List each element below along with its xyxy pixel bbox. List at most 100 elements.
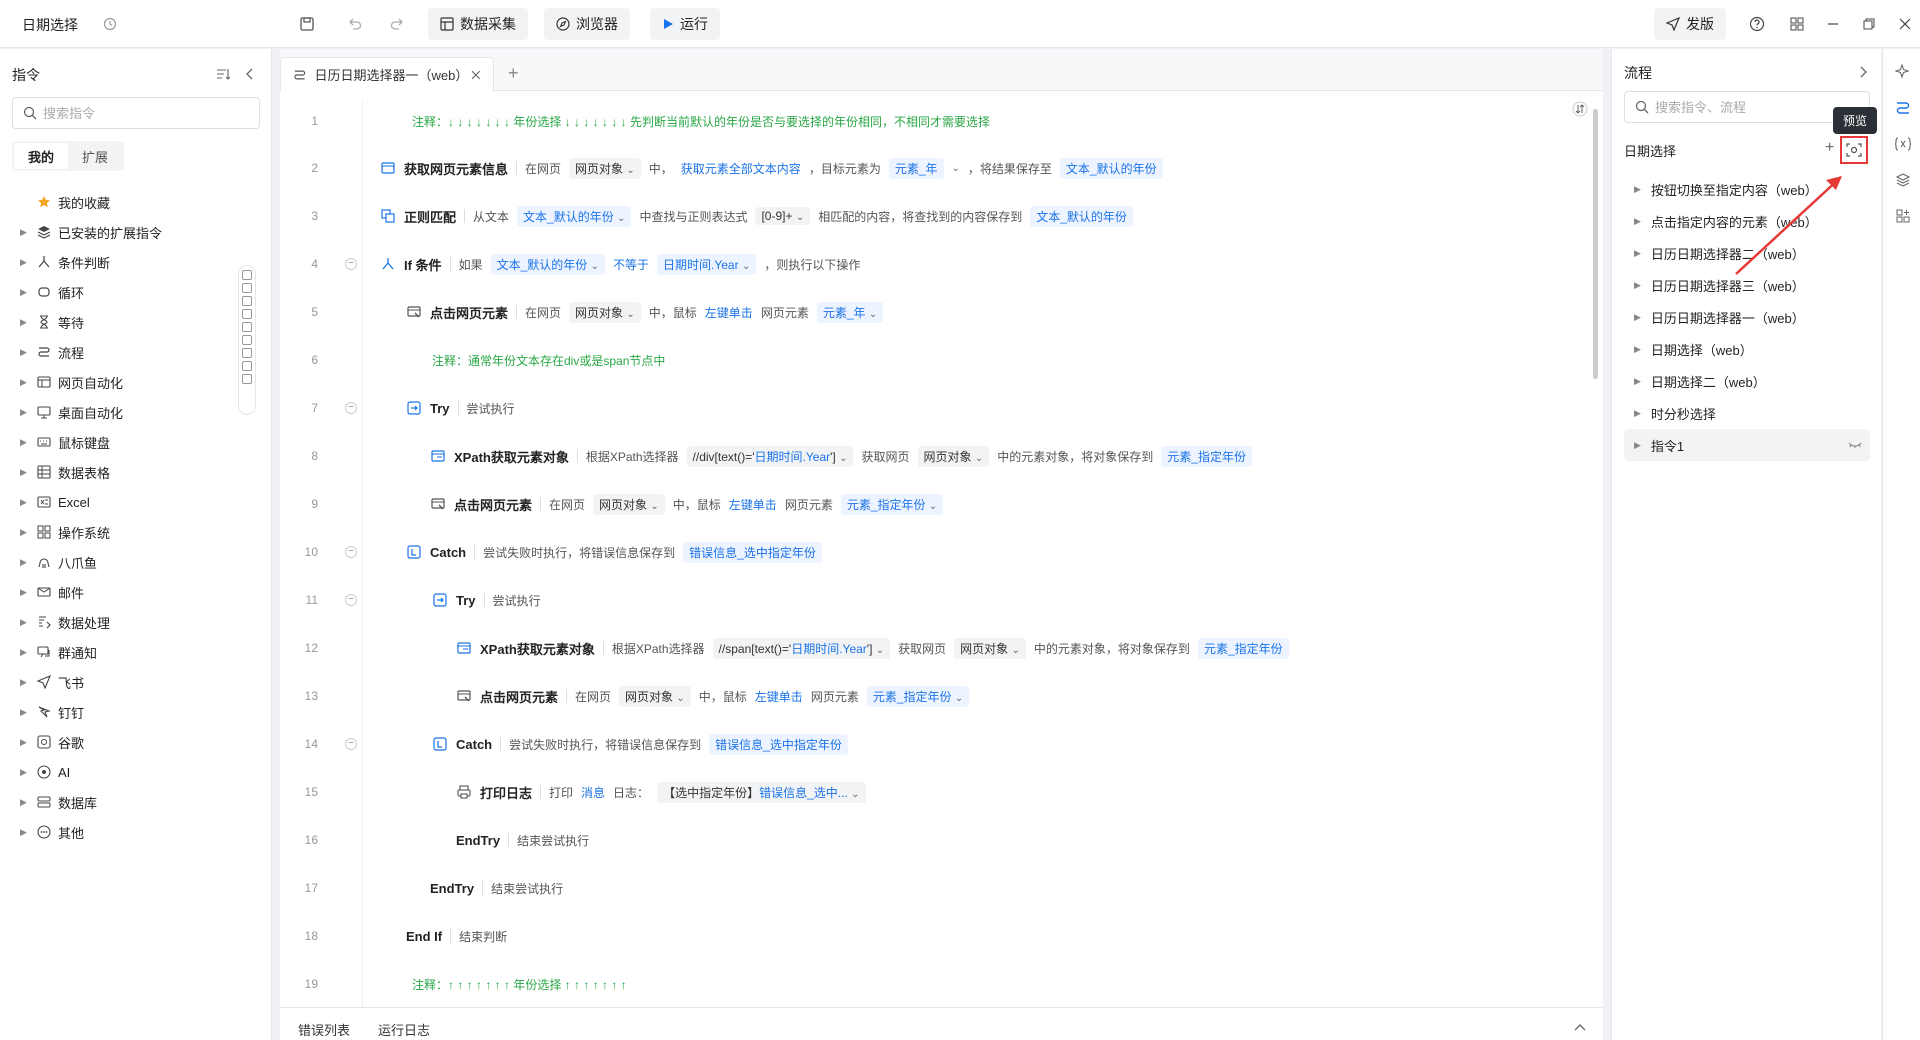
tree-item-octopus[interactable]: ▶ 八爪鱼 bbox=[20, 547, 240, 577]
param-variable[interactable]: 错误信息_选中指定年份 bbox=[683, 541, 822, 563]
tab-run-log[interactable]: 运行日志 bbox=[378, 1020, 430, 1039]
tree-item-desktop-automation[interactable]: ▶ 桌面自动化 bbox=[20, 397, 240, 427]
quick-icon[interactable] bbox=[242, 361, 252, 371]
quick-icon[interactable] bbox=[242, 283, 252, 293]
tree-item-data-processing[interactable]: ▶ 数据处理 bbox=[20, 607, 240, 637]
restore-icon[interactable] bbox=[1858, 13, 1880, 35]
param-highlight[interactable]: 左键单击 bbox=[755, 688, 803, 705]
tree-item-google[interactable]: ▶ 谷歌 bbox=[20, 727, 240, 757]
quick-icon[interactable] bbox=[242, 309, 252, 319]
param-highlight[interactable]: 左键单击 bbox=[705, 304, 753, 321]
command-search-input[interactable] bbox=[43, 105, 233, 121]
tab-error-list[interactable]: 错误列表 bbox=[298, 1020, 350, 1040]
close-tab-icon[interactable] bbox=[471, 70, 481, 80]
param-variable[interactable]: 元素_指定年份 ⌄ bbox=[840, 493, 944, 515]
command-row[interactable]: End If 结束判断 bbox=[406, 924, 507, 948]
tab-extension[interactable]: 扩展 bbox=[68, 143, 122, 169]
param-select[interactable]: //span[text()='日期时间.Year'] ⌄ bbox=[712, 637, 891, 659]
components-icon[interactable] bbox=[1894, 207, 1912, 225]
flow-item[interactable]: ▶ 指令1 bbox=[1624, 429, 1870, 461]
tree-item-mouse-keyboard[interactable]: ▶ 鼠标键盘 bbox=[20, 427, 240, 457]
undo-icon[interactable] bbox=[344, 13, 366, 35]
layout-icon[interactable] bbox=[1786, 13, 1808, 35]
expand-panel-icon[interactable] bbox=[1574, 1023, 1586, 1033]
param-select[interactable]: 网页对象 ⌄ bbox=[569, 157, 641, 179]
param-select[interactable]: //div[text()='日期时间.Year'] ⌄ bbox=[686, 445, 854, 467]
param-variable[interactable]: 元素_年 bbox=[888, 157, 944, 179]
redo-icon[interactable] bbox=[386, 13, 408, 35]
run-button[interactable]: 运行 bbox=[650, 8, 720, 40]
editor-scrollbar[interactable] bbox=[1593, 109, 1598, 379]
tab-mine[interactable]: 我的 bbox=[14, 143, 68, 169]
param-highlight[interactable]: 不等于 bbox=[613, 256, 649, 273]
command-row[interactable]: 点击网页元素 在网页 网页对象 ⌄ 中，鼠标 左键单击 网页元素 元素_指定年份 ⌄ bbox=[430, 492, 944, 516]
browser-button[interactable]: 浏览器 bbox=[544, 8, 630, 40]
eye-closed-icon[interactable] bbox=[1848, 440, 1862, 450]
command-row[interactable]: Catch 尝试失败时执行，将错误信息保存到 错误信息_选中指定年份 bbox=[432, 732, 848, 756]
param-select[interactable]: 网页对象 ⌄ bbox=[619, 685, 691, 707]
command-row[interactable]: EndTry 结束尝试执行 bbox=[456, 828, 589, 852]
command-row[interactable]: 点击网页元素 在网页 网页对象 ⌄ 中，鼠标 左键单击 网页元素 元素_年 ⌄ bbox=[406, 300, 884, 324]
command-row[interactable]: 获取网页元素信息 在网页 网页对象 ⌄ 中， 获取元素全部文本内容 ，目标元素为… bbox=[380, 156, 1163, 180]
collapse-left-icon[interactable] bbox=[244, 67, 256, 81]
tree-item-feishu[interactable]: ▶ 飞书 bbox=[20, 667, 240, 697]
add-flow-icon[interactable]: + bbox=[1825, 139, 1834, 157]
flow-item[interactable]: ▶ 日期选择（web） bbox=[1624, 333, 1870, 365]
param-select[interactable]: 网页对象 ⌄ bbox=[954, 637, 1026, 659]
tree-item-group-notify[interactable]: ▶ 群通知 bbox=[20, 637, 240, 667]
history-icon[interactable] bbox=[103, 17, 117, 31]
quick-icon[interactable] bbox=[242, 322, 252, 332]
param-select[interactable]: 网页对象 ⌄ bbox=[569, 301, 641, 323]
quick-icon[interactable] bbox=[242, 296, 252, 306]
preview-button[interactable] bbox=[1840, 136, 1868, 164]
data-collect-button[interactable]: 数据采集 bbox=[428, 8, 528, 40]
param-variable[interactable]: 元素_年 ⌄ bbox=[816, 301, 884, 323]
param-variable[interactable]: 元素_指定年份 bbox=[1161, 445, 1252, 467]
command-row[interactable]: 注释：↑ ↑ ↑ ↑ ↑ ↑ ↑ 年份选择 ↑ ↑ ↑ ↑ ↑ ↑ ↑ bbox=[412, 972, 627, 996]
command-row[interactable]: 注释：通常年份文本存在div或是span节点中 bbox=[432, 348, 665, 372]
command-row[interactable]: XPath获取元素对象 根据XPath选择器 //div[text()='日期时… bbox=[430, 444, 1252, 468]
param-variable[interactable]: 元素_指定年份 bbox=[1197, 637, 1289, 659]
command-row[interactable]: XPath获取元素对象 根据XPath选择器 //span[text()='日期… bbox=[456, 636, 1289, 660]
param-select[interactable]: [0-9]+ ⌄ bbox=[755, 207, 811, 225]
collapse-toggle[interactable]: − bbox=[345, 258, 357, 270]
tree-item-data-table[interactable]: ▶ 数据表格 bbox=[20, 457, 240, 487]
quick-category-rail[interactable] bbox=[238, 265, 256, 415]
param-variable[interactable]: 日期时间.Year ⌄ bbox=[657, 253, 757, 275]
param-select[interactable]: 网页对象 ⌄ bbox=[917, 445, 990, 467]
command-search[interactable] bbox=[12, 97, 260, 129]
param-highlight[interactable]: 获取元素全部文本内容 bbox=[681, 160, 801, 177]
collapse-toggle[interactable]: − bbox=[345, 594, 357, 606]
tree-item-excel[interactable]: ▶ Excel bbox=[20, 487, 240, 517]
param-variable[interactable]: 文本_默认的年份 ⌄ bbox=[517, 205, 632, 227]
flow-item[interactable]: ▶ 日历日期选择器一（web） bbox=[1624, 301, 1870, 333]
tree-item-os[interactable]: ▶ 操作系统 bbox=[20, 517, 240, 547]
command-row[interactable]: EndTry 结束尝试执行 bbox=[430, 876, 563, 900]
collapse-toggle[interactable]: − bbox=[345, 738, 357, 750]
tree-item-database[interactable]: ▶ 数据库 bbox=[20, 787, 240, 817]
help-icon[interactable] bbox=[1746, 13, 1768, 35]
command-row[interactable]: If 条件 如果 文本_默认的年份 ⌄ 不等于 日期时间.Year ⌄ ，则执行… bbox=[380, 252, 860, 276]
param-variable[interactable]: 文本_默认的年份 bbox=[1030, 205, 1133, 227]
tree-item-installed-extensions[interactable]: ▶ 已安装的扩展指令 bbox=[20, 217, 240, 247]
command-row[interactable]: 注释：↓ ↓ ↓ ↓ ↓ ↓ ↓ 年份选择 ↓ ↓ ↓ ↓ ↓ ↓ ↓ 先判断当… bbox=[412, 109, 990, 133]
quick-icon[interactable] bbox=[242, 335, 252, 345]
param-variable[interactable]: 文本_默认的年份 ⌄ bbox=[490, 253, 605, 275]
param-highlight[interactable]: 左键单击 bbox=[729, 496, 777, 513]
param-highlight[interactable]: 消息 bbox=[581, 784, 605, 801]
tree-item-flow[interactable]: ▶ 流程 bbox=[20, 337, 240, 367]
quick-icon[interactable] bbox=[242, 374, 252, 384]
tree-item-mail[interactable]: ▶ 邮件 bbox=[20, 577, 240, 607]
variable-icon[interactable] bbox=[1894, 135, 1912, 153]
sort-icon[interactable] bbox=[216, 67, 230, 81]
tree-item-wait[interactable]: ▶ 等待 bbox=[20, 307, 240, 337]
collapse-toggle[interactable]: − bbox=[345, 402, 357, 414]
quick-icon[interactable] bbox=[242, 270, 252, 280]
editor-tab[interactable]: 日历日期选择器一（web） bbox=[280, 57, 494, 91]
layers-icon[interactable] bbox=[1894, 171, 1912, 189]
tree-item-loop[interactable]: ▶ 循环 bbox=[20, 277, 240, 307]
tree-item-other[interactable]: ▶ 其他 bbox=[20, 817, 240, 847]
collapse-right-icon[interactable] bbox=[1858, 65, 1868, 79]
flow-item[interactable]: ▶ 日期选择二（web） bbox=[1624, 365, 1870, 397]
ai-sparkle-icon[interactable] bbox=[1894, 63, 1912, 81]
